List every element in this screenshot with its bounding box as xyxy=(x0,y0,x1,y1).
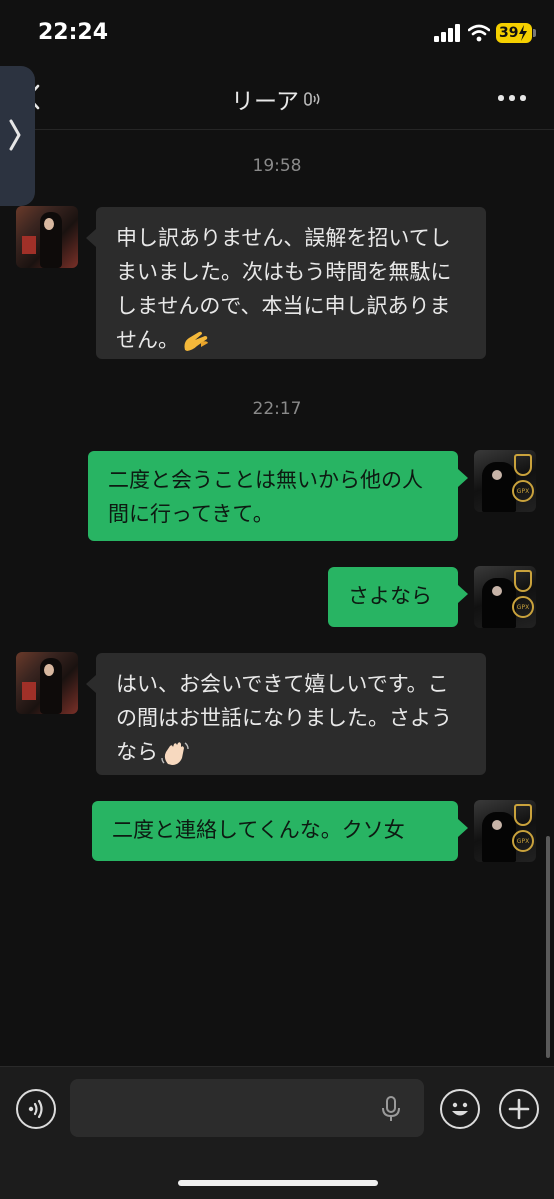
message-text: 二度と連絡してくんな。クソ女 xyxy=(112,818,405,842)
outgoing-message-bubble[interactable]: 二度と会うことは無いから他の人間に行ってきて。 xyxy=(88,451,468,541)
home-indicator[interactable] xyxy=(178,1180,378,1186)
plus-icon xyxy=(508,1098,529,1119)
side-drawer-handle[interactable] xyxy=(0,66,35,206)
chat-title-area: リーア xyxy=(0,82,554,116)
contact-name[interactable]: リーア xyxy=(231,82,299,116)
message-text-input[interactable] xyxy=(70,1079,424,1137)
charging-bolt-icon xyxy=(519,25,527,41)
message-timestamp: 19:58 xyxy=(252,156,302,176)
outgoing-message-bubble[interactable]: 二度と連絡してくんな。クソ女 xyxy=(92,801,468,861)
contact-avatar[interactable] xyxy=(16,652,78,714)
voice-icon xyxy=(28,1099,43,1118)
battery-indicator: 39 xyxy=(496,23,532,43)
my-avatar[interactable]: GPX xyxy=(474,566,536,628)
chat-header: リーア xyxy=(0,68,554,130)
chevron-right-icon xyxy=(9,119,21,151)
wifi-icon xyxy=(468,24,490,42)
scroll-indicator[interactable] xyxy=(546,836,550,1058)
battery-level: 39 xyxy=(499,25,519,41)
my-avatar[interactable]: GPX xyxy=(474,800,536,862)
incoming-message-bubble[interactable]: はい、お会いできて嬉しいです。この間はお世話になりました。さようなら xyxy=(86,653,486,775)
status-time: 22:24 xyxy=(38,20,109,45)
cellular-signal-icon xyxy=(434,24,460,42)
microphone-icon[interactable] xyxy=(380,1095,402,1123)
my-avatar[interactable]: GPX xyxy=(474,450,536,512)
more-options-icon[interactable] xyxy=(498,95,526,101)
battery-cap xyxy=(533,29,536,37)
voice-input-button[interactable] xyxy=(16,1089,56,1129)
message-text: 二度と会うことは無いから他の人間に行ってきて。 xyxy=(108,468,423,526)
outgoing-message-bubble[interactable]: さよなら xyxy=(328,567,468,627)
message-timestamp: 22:17 xyxy=(252,399,302,419)
more-actions-button[interactable] xyxy=(499,1089,539,1129)
emoji-button[interactable] xyxy=(440,1089,480,1129)
incoming-message-bubble[interactable]: 申し訳ありません、誤解を招いてしまいました。次はもう時間を無駄にしませんので、本… xyxy=(86,207,486,359)
status-bar: 22:24 39 xyxy=(0,0,554,68)
pinching-hand-emoji xyxy=(184,331,208,351)
earpiece-mode-icon xyxy=(304,92,320,106)
smiley-icon xyxy=(451,1102,468,1115)
message-text: 申し訳ありません、誤解を招いてしまいました。次はもう時間を無駄にしませんので、本… xyxy=(116,226,452,352)
message-text: さよなら xyxy=(348,584,432,608)
waving-hand-emoji xyxy=(161,742,189,765)
contact-avatar[interactable] xyxy=(16,206,78,268)
